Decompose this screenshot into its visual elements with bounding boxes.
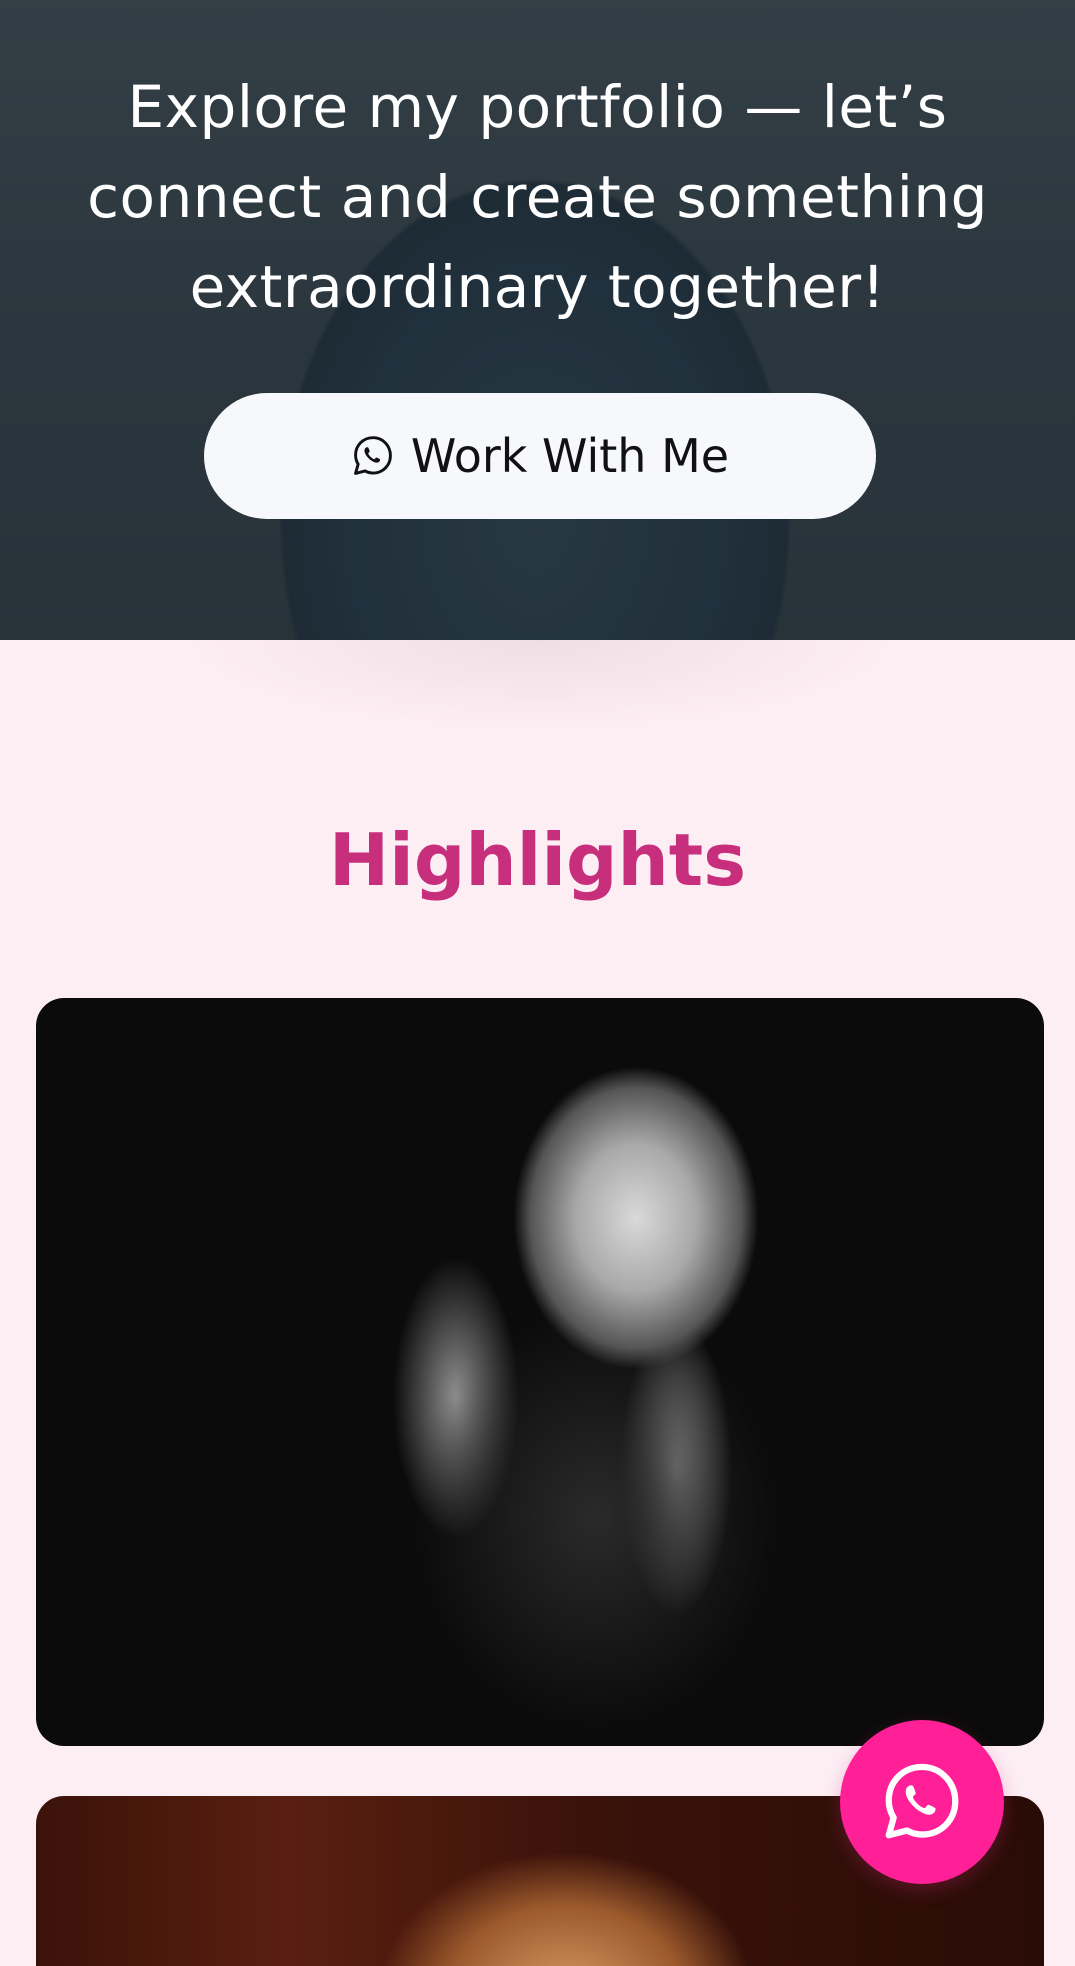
work-with-me-label: Work With Me [410,429,730,483]
highlight-image-card[interactable] [36,998,1044,1746]
section-divider-shadow [180,640,900,730]
work-with-me-button[interactable]: Work With Me [204,393,876,519]
highlights-title: Highlights [328,818,747,902]
whatsapp-icon [885,1763,959,1839]
page: Explore my portfolio — let’s connect and… [0,0,1075,1966]
whatsapp-floating-button[interactable] [840,1720,1004,1884]
hero-section: Explore my portfolio — let’s connect and… [0,0,1075,640]
hero-tagline: Explore my portfolio — let’s connect and… [87,73,988,321]
whatsapp-icon [351,434,395,478]
